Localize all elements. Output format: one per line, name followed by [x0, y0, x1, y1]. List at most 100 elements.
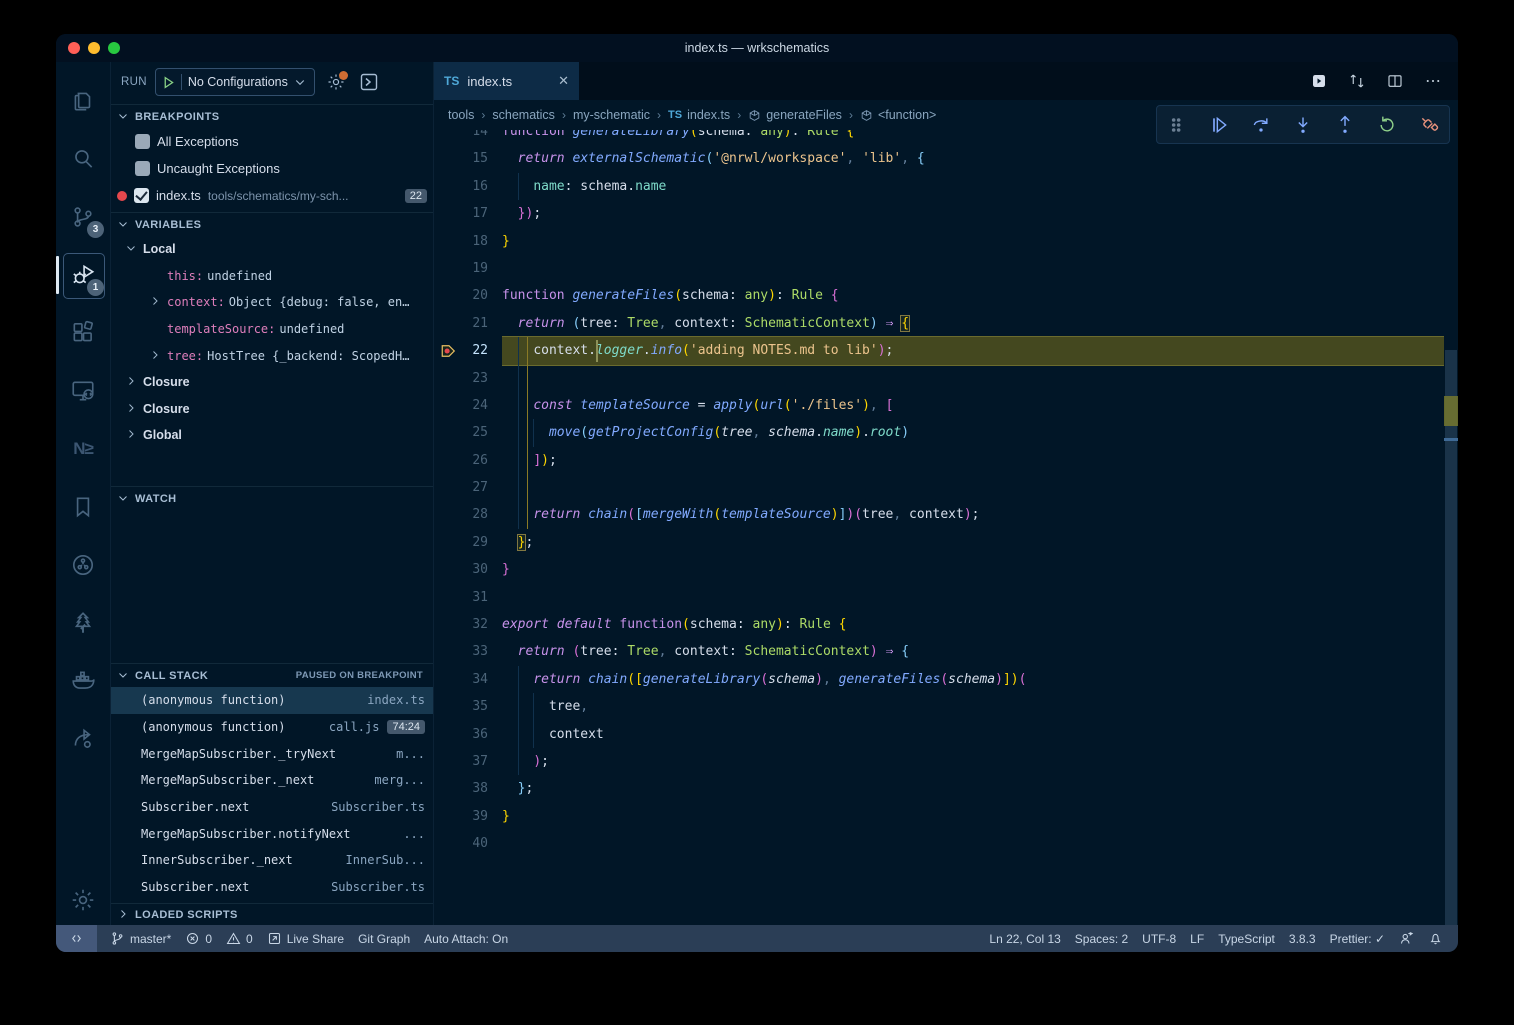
activity-bookmarks-icon[interactable] [60, 478, 106, 536]
variable-row[interactable]: this: undefined [111, 263, 433, 290]
status-spaces-2[interactable]: Spaces: 2 [1068, 925, 1135, 952]
split-editor-icon[interactable] [1386, 72, 1404, 90]
status-prettier-[interactable]: Prettier: ✓ [1323, 925, 1392, 952]
editor-gutter[interactable]: 17 [434, 200, 502, 227]
variable-row[interactable]: Global [111, 422, 433, 449]
variable-row[interactable]: context: Object {debug: false, en… [111, 289, 433, 316]
more-actions-icon[interactable] [1424, 72, 1442, 90]
status-lf[interactable]: LF [1183, 925, 1211, 952]
call-stack-frame[interactable]: MergeMapSubscriber._tryNextm... [111, 740, 433, 767]
editor-gutter[interactable]: 28 [434, 501, 502, 528]
activity-todo-tree-icon[interactable] [60, 594, 106, 652]
editor-gutter[interactable]: 40 [434, 830, 502, 857]
call-stack-frame[interactable]: InnerSubscriber._nextInnerSub... [111, 847, 433, 874]
breadcrumb-item[interactable]: <function> [860, 108, 936, 122]
editor-gutter[interactable]: 39 [434, 803, 502, 830]
activity-source-control-icon[interactable]: 3 [60, 188, 106, 246]
section-header-variables[interactable]: VARIABLES [111, 212, 433, 236]
disconnect-button[interactable] [1419, 115, 1439, 135]
start-debug-icon[interactable] [162, 76, 175, 89]
breadcrumb-item[interactable]: schematics [492, 108, 555, 122]
zoom-window-button[interactable] [108, 42, 120, 54]
restart-button[interactable] [1377, 115, 1397, 135]
editor-gutter[interactable]: 36 [434, 721, 502, 748]
scrollbar-slider[interactable] [1445, 350, 1457, 925]
status-live-share[interactable]: Live Share [260, 925, 351, 952]
breadcrumb-item[interactable]: my-schematic [573, 108, 650, 122]
call-stack-frame[interactable]: MergeMapSubscriber.notifyNext... [111, 820, 433, 847]
editor-gutter[interactable]: 20 [434, 282, 502, 309]
breadcrumb-item[interactable]: TSindex.ts [668, 108, 730, 122]
variable-row[interactable]: tree: HostTree {_backend: ScopedH… [111, 342, 433, 369]
activity-live-share-icon[interactable] [60, 710, 106, 768]
call-stack-frame[interactable]: MergeMapSubscriber._nextmerg... [111, 767, 433, 794]
editor-gutter[interactable]: 23 [434, 365, 502, 392]
editor-gutter[interactable]: 29 [434, 529, 502, 556]
status-remote[interactable] [56, 925, 97, 952]
activity-docker-icon[interactable] [60, 652, 106, 710]
editor-gutter[interactable]: 30 [434, 556, 502, 583]
editor-gutter[interactable]: 31 [434, 584, 502, 611]
minimize-window-button[interactable] [88, 42, 100, 54]
checkbox[interactable] [135, 161, 150, 176]
checkbox-checked[interactable] [134, 188, 149, 203]
section-header-breakpoints[interactable]: BREAKPOINTS [111, 104, 433, 128]
editor-gutter[interactable]: 33 [434, 638, 502, 665]
editor-gutter[interactable]: 34 [434, 666, 502, 693]
status-git-graph[interactable]: Git Graph [351, 925, 417, 952]
editor-gutter[interactable]: 16 [434, 173, 502, 200]
editor-gutter[interactable]: 38 [434, 775, 502, 802]
section-header-loaded-scripts[interactable]: LOADED SCRIPTS [111, 903, 433, 926]
status-3-8-3[interactable]: 3.8.3 [1282, 925, 1323, 952]
breakpoint-row[interactable]: All Exceptions [111, 128, 433, 155]
open-changes-icon[interactable] [1310, 72, 1328, 90]
chevron-right-icon[interactable] [125, 402, 139, 416]
activity-settings-gear[interactable] [60, 875, 106, 925]
activity-remote-explorer-icon[interactable] [60, 362, 106, 420]
chevron-right-icon[interactable] [125, 375, 139, 389]
chevron-right-icon[interactable] [149, 349, 163, 363]
status-error[interactable]: 0 [178, 925, 219, 952]
editor-gutter[interactable]: 22 [434, 337, 502, 364]
editor-gutter[interactable]: 24 [434, 392, 502, 419]
call-stack-frame[interactable]: Subscriber.nextSubscriber.ts [111, 874, 433, 901]
editor-gutter[interactable]: 25 [434, 419, 502, 446]
compare-changes-icon[interactable] [1348, 72, 1366, 90]
status-branch[interactable]: master* [103, 925, 178, 952]
editor-gutter[interactable]: 32 [434, 611, 502, 638]
editor-gutter[interactable]: 37 [434, 748, 502, 775]
editor-group[interactable]: TS index.ts ✕ tools›schematics›my-schema… [434, 62, 1458, 925]
variable-row[interactable]: Closure [111, 396, 433, 423]
debug-console-button[interactable] [359, 72, 379, 92]
breadcrumb-item[interactable]: generateFiles [748, 108, 842, 122]
status-utf-8[interactable]: UTF-8 [1135, 925, 1183, 952]
breakpoint-row[interactable]: index.tstools/schematics/my-sch...22 [111, 182, 433, 209]
activity-run-debug-icon[interactable]: 1 [60, 246, 106, 304]
chevron-right-icon[interactable] [149, 295, 163, 309]
status-warning[interactable]: 0 [219, 925, 260, 952]
chevron-down-icon[interactable] [125, 242, 139, 256]
close-tab-icon[interactable]: ✕ [558, 73, 569, 89]
status-ln-22-col-13[interactable]: Ln 22, Col 13 [982, 925, 1067, 952]
call-stack-frame[interactable]: (anonymous function)call.js74:24 [111, 714, 433, 741]
editor-gutter[interactable]: 15 [434, 145, 502, 172]
editor-scrollbar[interactable] [1444, 118, 1458, 925]
call-stack-frame[interactable]: Subscriber.nextSubscriber.ts [111, 794, 433, 821]
checkbox[interactable] [135, 134, 150, 149]
editor-gutter[interactable]: 27 [434, 474, 502, 501]
editor-gutter[interactable]: 26 [434, 447, 502, 474]
variable-row[interactable]: Closure [111, 369, 433, 396]
status-typescript[interactable]: TypeScript [1211, 925, 1282, 952]
step-out-button[interactable] [1335, 115, 1355, 135]
step-into-button[interactable] [1293, 115, 1313, 135]
status-bell[interactable] [1421, 925, 1450, 952]
call-stack-frame[interactable]: (anonymous function)index.ts [111, 687, 433, 714]
editor-gutter[interactable]: 21 [434, 310, 502, 337]
launch-configuration-dropdown[interactable]: No Configurations [155, 68, 315, 96]
editor-gutter[interactable]: 35 [434, 693, 502, 720]
step-over-button[interactable] [1251, 115, 1271, 135]
close-window-button[interactable] [68, 42, 80, 54]
open-launch-json-button[interactable] [327, 73, 345, 91]
breadcrumb-item[interactable]: tools [448, 108, 474, 122]
activity-explorer-icon[interactable] [60, 72, 106, 130]
